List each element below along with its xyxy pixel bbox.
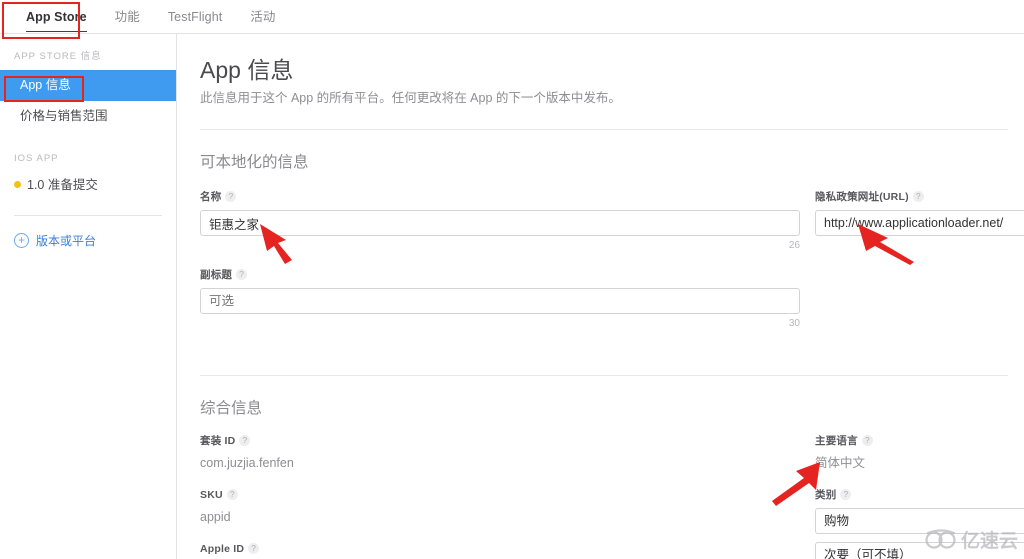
tab-testflight[interactable]: TestFlight bbox=[154, 0, 237, 26]
general-left-column: 套装 ID? com.juzjia.fenfen SKU? appid Appl… bbox=[200, 434, 800, 559]
help-icon-subtitle[interactable]: ? bbox=[236, 269, 248, 280]
field-sku-label: SKU? bbox=[200, 488, 800, 503]
section-title-general: 综合信息 bbox=[200, 400, 263, 417]
cloud-logo-icon bbox=[925, 528, 956, 549]
help-icon-primary-language[interactable]: ? bbox=[861, 435, 873, 446]
bundle-id-value: com.juzjia.fenfen bbox=[200, 456, 294, 470]
sidebar-item-app-info-label: App 信息 bbox=[20, 78, 71, 92]
field-privacy-url-label: 隐私政策网址(URL)? bbox=[815, 190, 1024, 205]
tab-active-underline bbox=[26, 30, 87, 32]
tab-app-store-label: App Store bbox=[26, 10, 87, 24]
sidebar-item-app-info[interactable]: App 信息 bbox=[0, 70, 176, 101]
name-input[interactable] bbox=[200, 210, 800, 236]
field-apple-id-label: Apple ID? bbox=[200, 542, 800, 557]
subtitle-input[interactable] bbox=[200, 288, 800, 314]
help-icon-sku[interactable]: ? bbox=[226, 489, 238, 500]
section-title-localizable: 可本地化的信息 bbox=[200, 154, 309, 171]
field-subtitle-label-text: 副标题 bbox=[200, 269, 233, 281]
field-bundle-id: 套装 ID? com.juzjia.fenfen bbox=[200, 434, 800, 472]
name-char-counter: 26 bbox=[788, 240, 800, 251]
help-icon-name[interactable]: ? bbox=[225, 191, 237, 202]
field-sku-label-text: SKU bbox=[200, 489, 223, 501]
general-columns: 套装 ID? com.juzjia.fenfen SKU? appid Appl… bbox=[200, 434, 1024, 559]
field-subtitle: 副标题? 30 bbox=[200, 268, 800, 330]
sidebar-item-pricing[interactable]: 价格与销售范围 bbox=[0, 101, 176, 132]
field-bundle-id-label: 套装 ID? bbox=[200, 434, 800, 449]
sidebar-group-ios-app: iOS APP bbox=[14, 153, 59, 164]
tab-activity[interactable]: 活动 bbox=[236, 0, 289, 26]
sidebar-item-version-label: 1.0 准备提交 bbox=[27, 178, 98, 192]
field-name-label-text: 名称 bbox=[200, 191, 222, 203]
sidebar: APP STORE 信息 App 信息 价格与销售范围 iOS APP 1.0 … bbox=[0, 34, 177, 559]
tab-features[interactable]: 功能 bbox=[101, 0, 154, 26]
field-name-label: 名称? bbox=[200, 190, 800, 205]
field-apple-id-label-text: Apple ID bbox=[200, 543, 245, 555]
main-content: App 信息 此信息用于这个 App 的所有平台。任何更改将在 App 的下一个… bbox=[178, 34, 1024, 559]
field-privacy-url-label-text: 隐私政策网址(URL) bbox=[815, 191, 909, 203]
field-bundle-id-label-text: 套装 ID bbox=[200, 435, 236, 447]
field-primary-language-label: 主要语言? bbox=[815, 434, 1024, 449]
tab-testflight-label: TestFlight bbox=[167, 10, 223, 24]
field-category-label-text: 类别 bbox=[815, 489, 837, 501]
sidebar-group-app-store-info: APP STORE 信息 bbox=[14, 51, 102, 62]
localizable-columns: 名称? 26 副标题? 30 隐私政策网 bbox=[200, 190, 1024, 375]
help-icon-category[interactable]: ? bbox=[840, 489, 852, 500]
app-store-connect-page: App Store 功能 TestFlight 活动 APP STORE 信息 … bbox=[0, 0, 1024, 559]
primary-language-value: 简体中文 bbox=[815, 456, 866, 470]
help-icon-privacy-url[interactable]: ? bbox=[912, 191, 924, 202]
field-primary-language-label-text: 主要语言 bbox=[815, 435, 858, 447]
section-divider bbox=[200, 375, 1008, 376]
add-version-or-platform-label: 版本或平台 bbox=[36, 234, 97, 248]
watermark-text: 亿速云 bbox=[960, 530, 1018, 552]
field-apple-id: Apple ID? 1338152267 bbox=[200, 542, 800, 559]
tab-app-store[interactable]: App Store bbox=[12, 0, 101, 32]
field-name: 名称? 26 bbox=[200, 190, 800, 252]
help-icon-apple-id[interactable]: ? bbox=[248, 543, 260, 554]
localizable-left-column: 名称? 26 副标题? 30 bbox=[200, 190, 800, 330]
add-version-or-platform-link[interactable]: + 版本或平台 bbox=[0, 216, 176, 249]
content-divider bbox=[200, 129, 1008, 130]
tab-features-label: 功能 bbox=[114, 10, 140, 24]
tab-activity-label: 活动 bbox=[250, 10, 276, 24]
sku-value: appid bbox=[200, 510, 231, 524]
field-subtitle-label: 副标题? bbox=[200, 268, 800, 283]
plus-circle-icon: + bbox=[14, 233, 29, 248]
field-privacy-url: 隐私政策网址(URL)? bbox=[815, 190, 1024, 236]
subtitle-char-counter: 30 bbox=[788, 318, 800, 329]
field-category-label: 类别? bbox=[815, 488, 1024, 503]
localizable-right-column: 隐私政策网址(URL)? bbox=[815, 190, 1024, 236]
sidebar-item-pricing-label: 价格与销售范围 bbox=[20, 109, 108, 123]
field-sku: SKU? appid bbox=[200, 488, 800, 526]
sidebar-item-version-1-0[interactable]: 1.0 准备提交 bbox=[0, 170, 176, 201]
top-navigation-bar: App Store 功能 TestFlight 活动 bbox=[0, 0, 1024, 34]
page-title: App 信息 bbox=[200, 57, 294, 83]
field-primary-language: 主要语言? 简体中文 bbox=[815, 434, 1024, 472]
watermark: 亿速云 bbox=[924, 526, 1018, 553]
help-icon-bundle-id[interactable]: ? bbox=[239, 435, 251, 446]
page-subtitle: 此信息用于这个 App 的所有平台。任何更改将在 App 的下一个版本中发布。 bbox=[200, 91, 621, 105]
privacy-url-input[interactable] bbox=[815, 210, 1024, 236]
status-dot-icon bbox=[14, 181, 21, 188]
